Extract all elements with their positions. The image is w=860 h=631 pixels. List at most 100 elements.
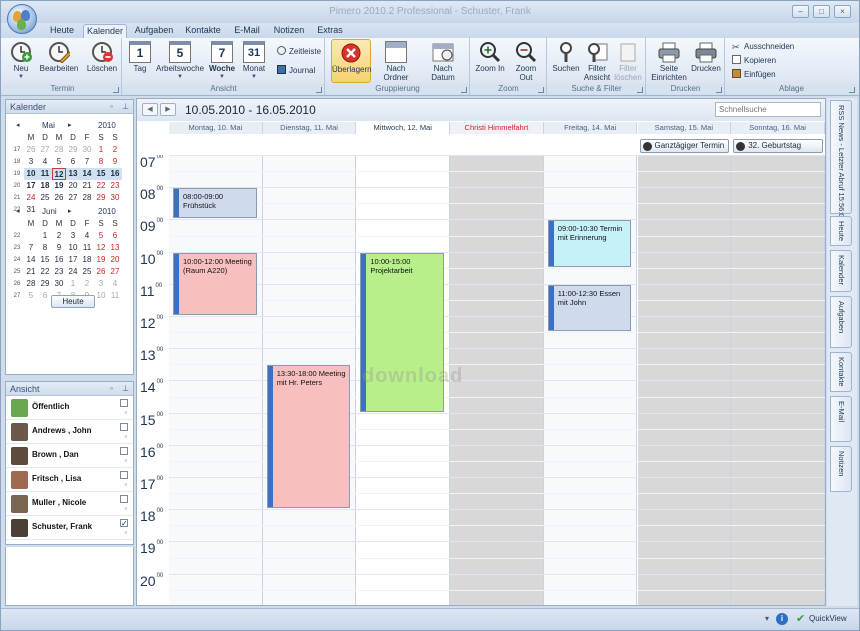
- tab-notizen[interactable]: Notizen: [269, 24, 309, 38]
- delete-appointment-button[interactable]: Löschen: [86, 39, 118, 83]
- calendar-day[interactable]: 11: [80, 242, 94, 254]
- view-day-button[interactable]: 1 Tag: [127, 39, 153, 83]
- calendar-day[interactable]: 1: [38, 230, 52, 242]
- calendar-day[interactable]: 30: [52, 278, 66, 290]
- calendar-day[interactable]: 1: [66, 278, 80, 290]
- close-button[interactable]: ×: [834, 5, 851, 18]
- day-header[interactable]: Dienstag, 11. Mai: [262, 122, 357, 134]
- page-setup-button[interactable]: Seite Einrichten: [649, 39, 689, 83]
- calendar-day[interactable]: 7: [80, 156, 94, 168]
- calendar-day[interactable]: 11: [38, 168, 52, 180]
- calendar-day[interactable]: [24, 230, 38, 242]
- view-month-button[interactable]: 31 Monat ▼: [240, 39, 268, 83]
- group-by-folder-button[interactable]: Nach Ordner: [375, 39, 417, 83]
- group-launcher-zoom[interactable]: [538, 87, 544, 93]
- quick-search-input[interactable]: [715, 102, 821, 117]
- calendar-day[interactable]: 10: [66, 242, 80, 254]
- calendar-day[interactable]: 29: [66, 144, 80, 156]
- calendar-day[interactable]: 5: [24, 290, 38, 302]
- side-tab[interactable]: Heute: [830, 216, 852, 246]
- side-tab[interactable]: E-Mail: [830, 396, 852, 442]
- group-launcher-ansicht[interactable]: [316, 87, 322, 93]
- day-header[interactable]: Christi Himmelfahrt: [450, 122, 544, 134]
- calendar-day[interactable]: 26: [94, 266, 108, 278]
- calendar-day[interactable]: 27: [38, 144, 52, 156]
- tab-aufgaben[interactable]: Aufgaben: [130, 24, 178, 38]
- day-header[interactable]: Montag, 10. Mai: [169, 122, 263, 134]
- panel-dock-icon[interactable]: ▫: [110, 382, 113, 396]
- calendar-day[interactable]: 23: [108, 180, 122, 192]
- person-expand-icon[interactable]: ◃: [124, 457, 127, 464]
- time-grid[interactable]: 0700 0800 0900 1000 1100 1200 1300 1400 1500 1600…: [137, 155, 825, 605]
- day-header[interactable]: Sonntag, 16. Mai: [731, 122, 825, 134]
- prev-month-arrow[interactable]: ◂: [16, 206, 20, 218]
- calendar-day[interactable]: 29: [94, 192, 108, 204]
- calendar-day[interactable]: 4: [80, 230, 94, 242]
- person-checkbox[interactable]: ✓: [120, 519, 128, 528]
- next-month-arrow[interactable]: ▸: [68, 206, 72, 218]
- search-button[interactable]: Suchen: [551, 39, 581, 83]
- calendar-day[interactable]: 13: [66, 168, 80, 180]
- calendar-day[interactable]: 16: [52, 254, 66, 266]
- calendar-day[interactable]: 28: [52, 144, 66, 156]
- calendar-day[interactable]: 26: [52, 192, 66, 204]
- tab-heute[interactable]: Heute: [42, 24, 82, 38]
- calendar-day[interactable]: 4: [108, 278, 122, 290]
- person-row[interactable]: Brown , Dan ◃: [6, 444, 133, 468]
- calendar-day[interactable]: 28: [80, 192, 94, 204]
- panel-dock-icon[interactable]: ▫: [110, 100, 113, 114]
- appointment[interactable]: 08:00-09:00 Frühstück: [173, 188, 257, 219]
- side-tab[interactable]: RSS News - Letzter Abruf 15:56:08: [830, 100, 852, 222]
- calendar-day[interactable]: 18: [38, 180, 52, 192]
- app-menu-logo-icon[interactable]: [7, 4, 37, 34]
- tab-email[interactable]: E-Mail: [228, 24, 266, 38]
- person-expand-icon[interactable]: ◃: [124, 529, 127, 536]
- group-launcher-gruppierung[interactable]: [461, 87, 467, 93]
- calendar-day[interactable]: 9: [108, 156, 122, 168]
- person-expand-icon[interactable]: ◃: [124, 433, 127, 440]
- next-week-button[interactable]: ▶: [160, 103, 176, 116]
- day-header[interactable]: Freitag, 14. Mai: [543, 122, 638, 134]
- prev-month-arrow[interactable]: ◂: [16, 120, 20, 132]
- calendar-day[interactable]: 17: [66, 254, 80, 266]
- person-row[interactable]: Andrews , John ◃: [6, 420, 133, 444]
- side-tab[interactable]: Aufgaben: [830, 296, 852, 348]
- calendar-day[interactable]: 27: [66, 192, 80, 204]
- calendar-day[interactable]: 14: [80, 168, 94, 180]
- person-checkbox[interactable]: [120, 399, 128, 407]
- calendar-day[interactable]: 30: [80, 144, 94, 156]
- cut-button[interactable]: ✂ Ausschneiden: [732, 41, 794, 53]
- calendar-day[interactable]: 5: [94, 230, 108, 242]
- day-header[interactable]: Samstag, 15. Mai: [637, 122, 732, 134]
- calendar-day[interactable]: 2: [108, 144, 122, 156]
- calendar-day[interactable]: 7: [24, 242, 38, 254]
- calendar-day[interactable]: 6: [66, 156, 80, 168]
- calendar-day[interactable]: 27: [108, 266, 122, 278]
- calendar-day[interactable]: 20: [108, 254, 122, 266]
- panel-pin-icon[interactable]: ⊥: [122, 382, 129, 396]
- paste-button[interactable]: Einfügen: [732, 69, 776, 81]
- calendar-day[interactable]: 8: [38, 242, 52, 254]
- calendar-day[interactable]: 22: [94, 180, 108, 192]
- calendar-day[interactable]: 12: [94, 242, 108, 254]
- overlay-button[interactable]: Überlagern: [331, 39, 372, 83]
- calendar-day[interactable]: 30: [108, 192, 122, 204]
- calendar-day[interactable]: 6: [108, 230, 122, 242]
- calendar-day[interactable]: 6: [38, 290, 52, 302]
- side-tab[interactable]: Kalender: [830, 250, 852, 292]
- person-expand-icon[interactable]: ◃: [124, 505, 127, 512]
- day-header[interactable]: Mittwoch, 12. Mai: [356, 122, 451, 134]
- calendar-day[interactable]: 9: [52, 242, 66, 254]
- person-row[interactable]: Fritsch , Lisa ◃: [6, 468, 133, 492]
- copy-button[interactable]: Kopieren: [732, 55, 776, 67]
- calendar-day[interactable]: 29: [38, 278, 52, 290]
- group-launcher-drucken[interactable]: [716, 87, 722, 93]
- calendar-day[interactable]: 25: [38, 192, 52, 204]
- info-icon[interactable]: i: [776, 613, 788, 625]
- person-checkbox[interactable]: [120, 447, 128, 455]
- maximize-button[interactable]: □: [813, 5, 830, 18]
- calendar-day[interactable]: 1: [94, 144, 108, 156]
- person-row[interactable]: Öffentlich ◃: [6, 396, 133, 420]
- calendar-day[interactable]: 20: [66, 180, 80, 192]
- all-day-event[interactable]: 32. Geburtstag: [733, 139, 823, 153]
